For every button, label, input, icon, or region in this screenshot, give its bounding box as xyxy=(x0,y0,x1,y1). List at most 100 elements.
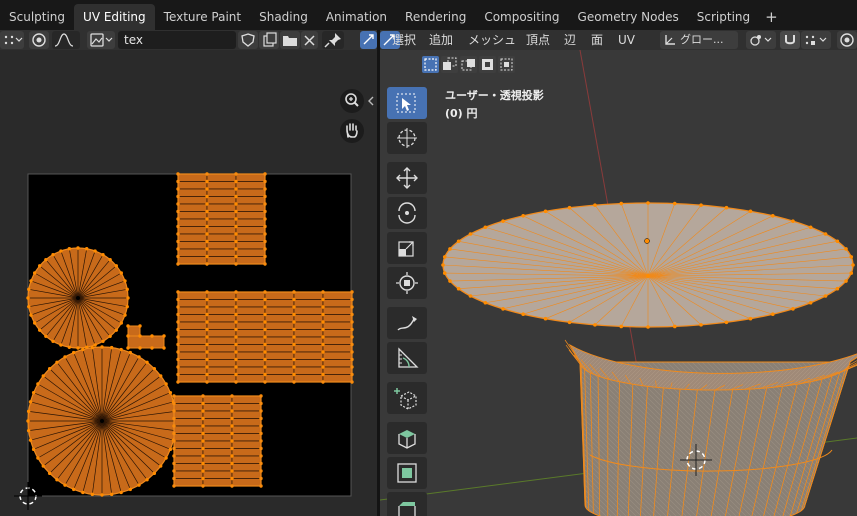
falloff-dropdown[interactable] xyxy=(52,31,80,49)
menu-edge[interactable]: 辺 xyxy=(564,30,576,50)
chevron-left-icon xyxy=(368,96,374,106)
tab-sculpting[interactable]: Sculpting xyxy=(0,4,74,30)
viewport-header: 選択 追加 メッシュ 頂点 辺 面 UV グロー... xyxy=(380,30,857,50)
proportional-edit-icon xyxy=(32,33,46,47)
rotate-tool[interactable] xyxy=(387,197,427,229)
uv-editor: tex xyxy=(0,30,377,516)
uv-island-middle-strip xyxy=(176,290,354,384)
bevel-icon xyxy=(398,502,416,516)
ruler-icon xyxy=(398,347,419,368)
uv-editor-header: tex xyxy=(0,30,377,50)
menu-vertex[interactable]: 頂点 xyxy=(526,30,550,50)
select-invert-icon xyxy=(482,59,493,70)
snap-toggle[interactable] xyxy=(780,31,800,49)
folder-icon xyxy=(283,36,297,46)
select-extend-icon xyxy=(443,57,457,70)
tab-texture-paint[interactable]: Texture Paint xyxy=(155,4,250,30)
select-set-icon xyxy=(424,58,437,71)
sidebar-toggle-arrow[interactable] xyxy=(366,94,376,108)
zoom-view-button[interactable] xyxy=(340,89,364,113)
menu-select[interactable]: 選択 xyxy=(392,30,416,50)
pan-view-button[interactable] xyxy=(340,119,364,143)
orientation-icon xyxy=(665,35,675,45)
select-subtract-button[interactable] xyxy=(460,56,477,73)
open-image-button[interactable] xyxy=(280,31,300,49)
select-intersect-icon xyxy=(500,58,513,71)
pin-icon xyxy=(324,33,341,48)
add-cube-tool[interactable] xyxy=(387,382,427,414)
workspace-tab-bar: Sculpting UV Editing Texture Paint Shadi… xyxy=(0,0,857,30)
shield-icon xyxy=(241,33,255,47)
extrude-icon xyxy=(398,430,416,449)
pin-image-button[interactable] xyxy=(322,31,344,49)
proportional-edit-toggle[interactable] xyxy=(29,31,49,49)
tab-uv-editing[interactable]: UV Editing xyxy=(74,4,155,30)
menu-mesh[interactable]: メッシュ xyxy=(468,30,516,50)
annotate-tool[interactable] xyxy=(387,307,427,339)
crosshair-icon xyxy=(397,128,417,148)
object-name-label: (0) 円 xyxy=(445,107,478,120)
select-intersect-button[interactable] xyxy=(498,56,515,73)
inset-tool[interactable] xyxy=(387,457,427,489)
image-browse-dropdown[interactable] xyxy=(87,31,115,49)
select-new-button[interactable] xyxy=(422,56,439,73)
transform-orientation-dropdown[interactable]: グロー... xyxy=(660,31,738,49)
add-workspace-button[interactable]: + xyxy=(759,4,784,30)
tab-shading[interactable]: Shading xyxy=(250,4,317,30)
measure-tool[interactable] xyxy=(387,342,427,374)
select-mode-buttons xyxy=(422,56,517,76)
proportional-edit-viewport-toggle[interactable] xyxy=(837,31,857,49)
select-subtract-icon xyxy=(461,59,475,71)
close-icon xyxy=(304,35,315,46)
cursor-arrow-icon xyxy=(396,93,416,113)
select-invert-button[interactable] xyxy=(479,56,496,73)
menu-add[interactable]: 追加 xyxy=(429,30,453,50)
sync-arrows-icon xyxy=(363,34,374,45)
menu-uv[interactable]: UV xyxy=(618,30,635,50)
inset-faces-icon xyxy=(397,463,417,483)
scale-tool[interactable] xyxy=(387,232,427,264)
tab-scripting[interactable]: Scripting xyxy=(688,4,759,30)
pivot-point-dropdown[interactable] xyxy=(746,31,776,49)
image-icon xyxy=(90,33,113,47)
transform-tool[interactable] xyxy=(387,267,427,299)
tab-compositing[interactable]: Compositing xyxy=(475,4,568,30)
uv-island-large-circle xyxy=(26,345,178,497)
bevel-tool[interactable] xyxy=(387,492,427,516)
duplicate-icon xyxy=(263,32,277,47)
cylinder-mesh xyxy=(441,201,857,516)
scale-icon xyxy=(398,241,414,257)
uv-island-bottom-strip xyxy=(172,394,263,488)
add-cube-icon xyxy=(394,388,417,410)
tab-animation[interactable]: Animation xyxy=(317,4,396,30)
uv-select-mode-dropdown[interactable] xyxy=(0,31,24,49)
extrude-tool[interactable] xyxy=(387,422,427,454)
view-name-label: ユーザー・透視投影 xyxy=(445,89,544,102)
snap-target-dropdown[interactable] xyxy=(801,31,831,49)
uv-canvas[interactable] xyxy=(0,50,377,516)
pivot-icon xyxy=(750,35,772,46)
tab-geometry-nodes[interactable]: Geometry Nodes xyxy=(569,4,688,30)
transform-orientation-value: グロー... xyxy=(680,33,724,46)
snap-vertex-icon xyxy=(805,35,827,45)
proportional-circle-icon xyxy=(840,33,854,47)
3d-viewport: 選択 追加 メッシュ 頂点 辺 面 UV グロー... ユーザー・透視投影 (0… xyxy=(380,30,857,516)
image-name-field[interactable]: tex xyxy=(118,31,236,49)
tab-rendering[interactable]: Rendering xyxy=(396,4,475,30)
magnet-icon xyxy=(785,35,795,45)
hand-icon xyxy=(346,123,358,138)
select-box-tool[interactable] xyxy=(387,87,427,119)
rotate-icon xyxy=(398,202,416,224)
fake-user-button[interactable] xyxy=(238,31,258,49)
move-tool[interactable] xyxy=(387,162,427,194)
uv-sync-selection-toggle[interactable] xyxy=(360,31,377,49)
cursor-tool[interactable] xyxy=(387,122,427,154)
select-extend-button[interactable] xyxy=(441,56,458,73)
vertex-select-icon xyxy=(4,35,23,45)
uv-island-top-strip xyxy=(176,172,267,266)
new-image-button[interactable] xyxy=(259,31,279,49)
transform-icon xyxy=(396,272,418,294)
unlink-image-button[interactable] xyxy=(301,31,318,49)
falloff-curve-icon xyxy=(54,33,74,47)
menu-face[interactable]: 面 xyxy=(591,30,603,50)
